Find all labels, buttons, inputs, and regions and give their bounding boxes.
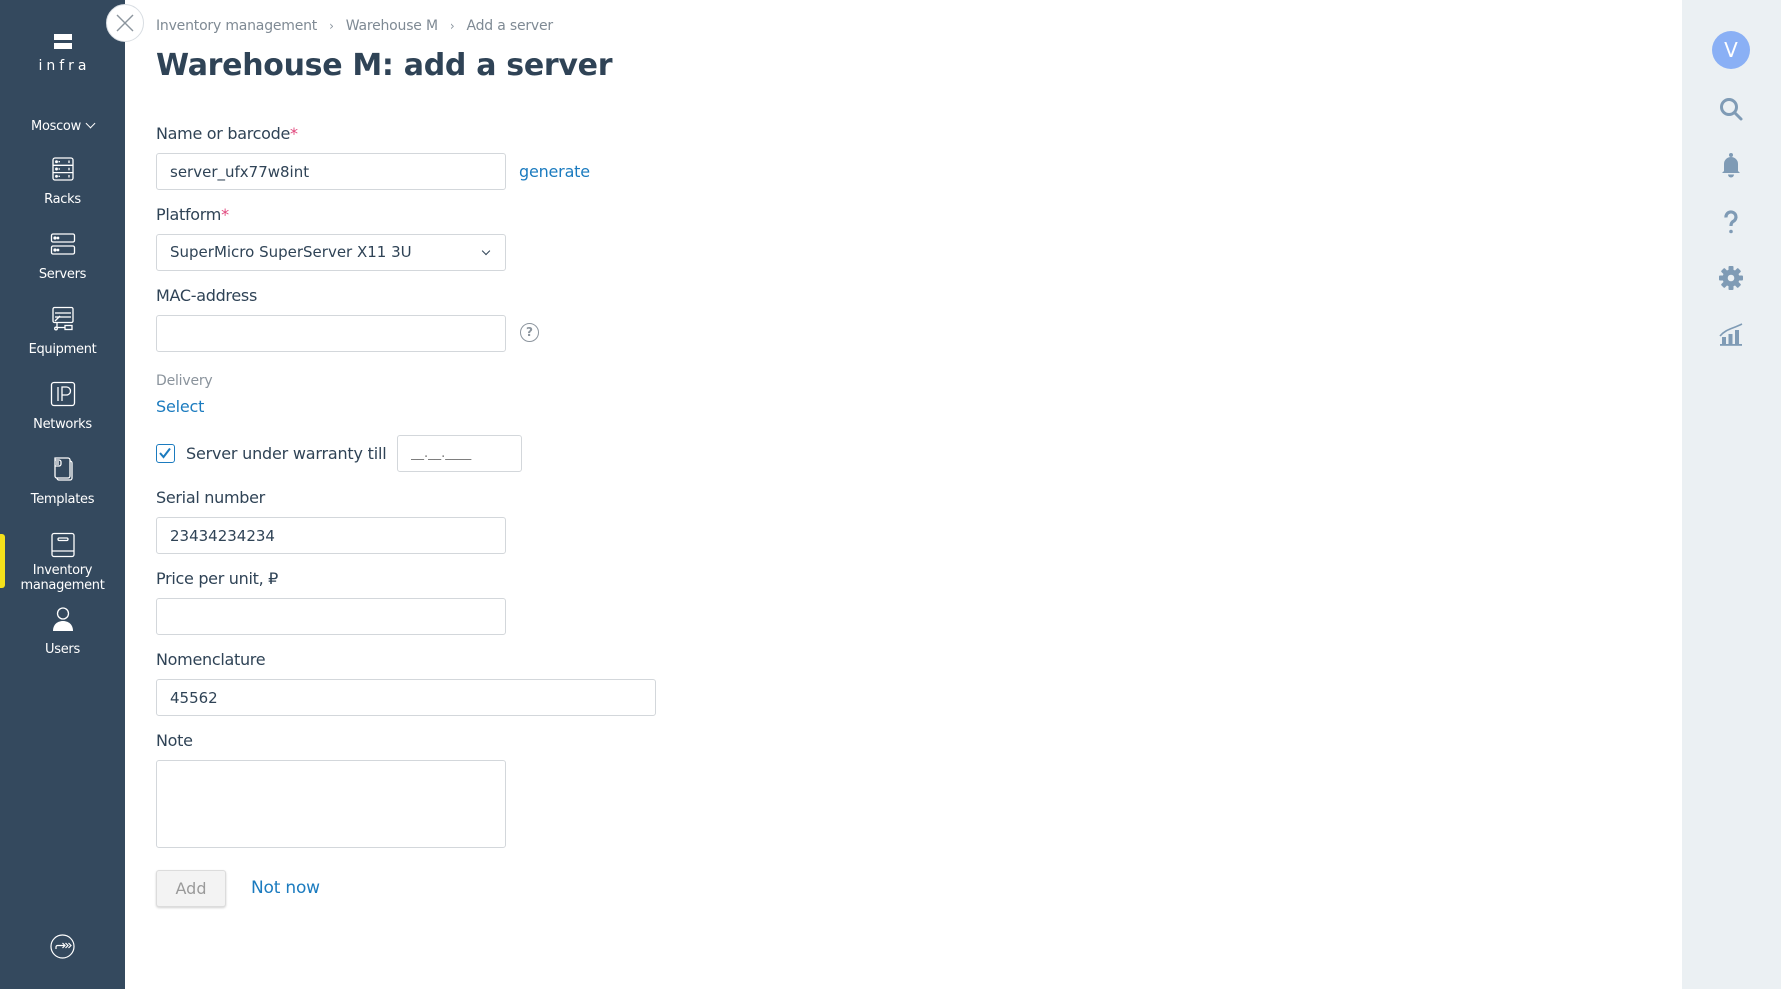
bell-icon[interactable] (1718, 152, 1744, 178)
right-toolbar: V (1682, 0, 1781, 989)
serial-number-input[interactable] (156, 517, 506, 554)
checkmark-icon (159, 447, 171, 459)
servers-icon (50, 233, 75, 255)
equipment-icon (51, 306, 74, 331)
note-textarea[interactable] (156, 760, 506, 848)
inventory-icon (50, 532, 75, 558)
chevron-down-icon (481, 246, 491, 256)
mac-address-input[interactable] (156, 315, 506, 352)
logo-icon (53, 34, 72, 50)
help-icon[interactable] (1718, 209, 1744, 235)
serial-number-label: Serial number (156, 488, 265, 507)
warranty-label: Server under warranty till (186, 444, 387, 463)
sidebar-item-label: Racks (44, 192, 81, 207)
rack-icon (51, 157, 74, 181)
chevron-right-icon: › (449, 19, 455, 33)
sidebar-item-label: Networks (33, 417, 92, 432)
sidebar-item-label: Templates (30, 492, 95, 507)
delivery-label: Delivery (156, 373, 213, 389)
analytics-icon[interactable] (1718, 321, 1744, 347)
gear-icon[interactable] (1718, 265, 1744, 291)
price-label: Price per unit, ₽ (156, 569, 279, 588)
templates-icon (53, 457, 73, 481)
breadcrumb-item-current: Add a server (466, 18, 553, 34)
sidebar-item-equipment[interactable]: Equipment (0, 306, 125, 378)
chevron-down-icon (85, 118, 96, 129)
nomenclature-label: Nomenclature (156, 650, 266, 669)
close-icon (116, 14, 134, 32)
city-selector[interactable]: Moscow (0, 118, 125, 134)
platform-select[interactable]: SuperMicro SuperServer X11 3U (156, 234, 506, 271)
note-label: Note (156, 731, 193, 750)
sidebar-item-label: Users (45, 642, 80, 657)
warranty-date-input[interactable] (397, 435, 522, 472)
user-icon (52, 607, 73, 631)
generate-link[interactable]: generate (519, 162, 590, 181)
not-now-link[interactable]: Not now (251, 878, 320, 898)
logo[interactable]: infra (0, 34, 125, 74)
sidebar-item-racks[interactable]: Racks (0, 156, 125, 228)
sidebar-item-inventory-management[interactable]: Inventory management (0, 532, 125, 602)
platform-label-text: Platform (156, 205, 222, 224)
breadcrumb-item-inventory-management[interactable]: Inventory management (156, 18, 317, 34)
help-circle-icon[interactable]: ? (520, 323, 539, 342)
ip-icon (50, 381, 75, 407)
chevron-right-icon: › (329, 19, 334, 33)
platform-selected-value: SuperMicro SuperServer X11 3U (170, 243, 412, 261)
sidebar-item-label: Equipment (28, 342, 97, 357)
required-marker: * (290, 124, 298, 143)
delivery-select-link[interactable]: Select (156, 397, 204, 416)
breadcrumb-item-warehouse[interactable]: Warehouse M (346, 18, 438, 34)
platform-label: Platform* (156, 205, 229, 224)
logout-icon[interactable] (50, 934, 75, 959)
name-label: Name or barcode* (156, 124, 298, 143)
page-title: Warehouse M: add a server (156, 48, 613, 83)
sidebar-item-servers[interactable]: Servers (0, 231, 125, 303)
sidebar-item-networks[interactable]: Networks (0, 381, 125, 453)
city-label: Moscow (31, 119, 81, 134)
avatar[interactable]: V (1712, 31, 1750, 69)
name-input[interactable] (156, 153, 506, 190)
sidebar-item-templates[interactable]: Templates (0, 456, 125, 528)
nomenclature-input[interactable] (156, 679, 656, 716)
sidebar-item-users[interactable]: Users (0, 606, 125, 678)
mac-label: MAC-address (156, 286, 257, 305)
name-label-text: Name or barcode (156, 124, 291, 143)
search-icon[interactable] (1718, 96, 1744, 122)
sidebar-item-label: Inventory management (20, 563, 105, 593)
sidebar: infra Moscow Racks Servers Equipment Net… (0, 0, 125, 989)
close-button[interactable] (106, 4, 144, 42)
price-input[interactable] (156, 598, 506, 635)
required-marker: * (221, 205, 229, 224)
logo-text: infra (38, 58, 91, 74)
add-button[interactable]: Add (156, 870, 226, 907)
breadcrumb: Inventory management › Warehouse M › Add a s… (156, 18, 553, 34)
warranty-checkbox[interactable] (156, 444, 175, 463)
active-indicator (0, 534, 5, 588)
sidebar-item-label: Servers (38, 267, 87, 282)
